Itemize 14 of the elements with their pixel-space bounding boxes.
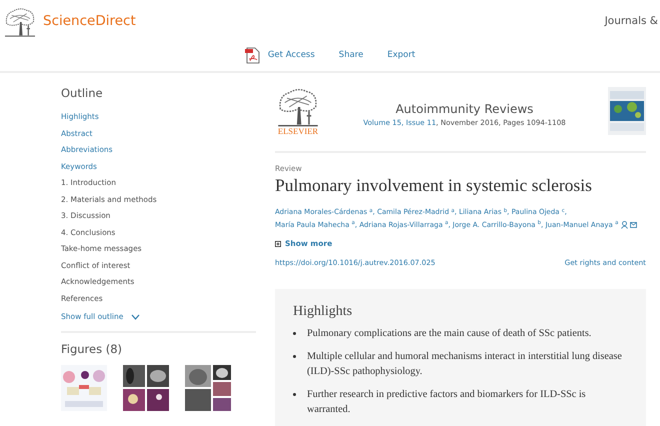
highlights-heading: Highlights — [293, 302, 354, 321]
article-title: Pulmonary involvement in systemic sclerosis — [275, 175, 593, 196]
outline-heading: Outline — [61, 85, 104, 102]
get-access-link[interactable]: Get Access — [244, 47, 315, 64]
highlight-item: Further research in predictive factors and biomarkers for ILD-SSc is warranted. — [293, 386, 628, 417]
highlight-item: Pulmonary complications are the main cause of death of SSc patients. — [293, 326, 628, 341]
nav-link[interactable]: Journals & — [604, 14, 658, 30]
highlight-item: Multiple cellular and humoral mechanisms interact in interstitial lung disease (ILD)-SSc pathophysiology. — [293, 348, 628, 379]
publisher-name: ELSEVIER — [278, 127, 318, 136]
toolbar-link[interactable]: Export — [387, 49, 416, 62]
figures-heading: Figures (8) — [61, 340, 124, 358]
brand-name[interactable]: ScienceDirect — [43, 11, 136, 32]
journal-name[interactable]: Autoimmunity Reviews — [396, 100, 534, 118]
toolbar-link[interactable]: Share — [338, 49, 364, 62]
